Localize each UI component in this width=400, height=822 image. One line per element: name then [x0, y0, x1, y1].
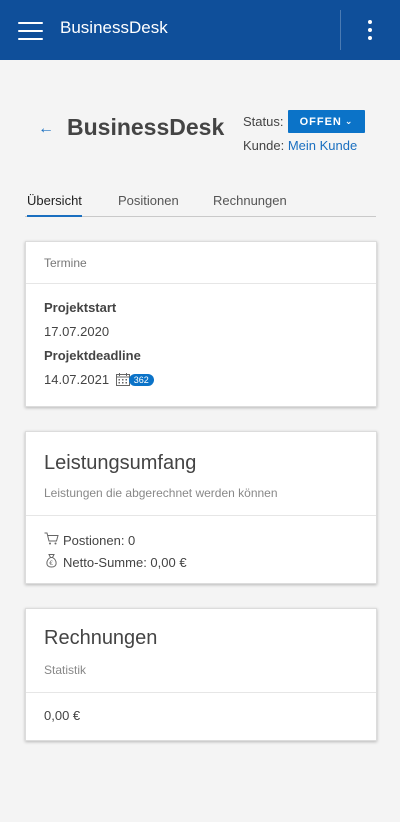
customer-label: Kunde: — [243, 138, 285, 153]
leistungsumfang-card: Leistungsumfang Leistungen die abgerechn… — [25, 431, 377, 584]
top-app-bar: BusinessDesk — [0, 0, 400, 60]
termine-title: Termine — [44, 256, 87, 270]
more-vertical-icon[interactable] — [366, 20, 374, 42]
hamburger-menu-icon[interactable] — [18, 22, 43, 40]
status-dropdown-button[interactable]: OFFEN ⌄ — [288, 110, 365, 133]
projektdeadline-row: 14.07.2021 362 — [44, 372, 358, 389]
projektdeadline-label: Projektdeadline — [44, 348, 141, 363]
termine-card-header: Termine — [26, 242, 376, 284]
days-remaining-badge: 362 — [128, 374, 154, 386]
chevron-down-icon: ⌄ — [344, 116, 354, 126]
positions-text: Postionen: 0 — [63, 532, 136, 548]
tab-uebersicht[interactable]: Übersicht — [27, 193, 82, 217]
toolbar-divider — [340, 10, 341, 50]
rechnungen-card: Rechnungen Statistik 0,00 € — [25, 608, 377, 741]
customer-link[interactable]: Mein Kunde — [288, 138, 357, 153]
leistungsumfang-subtitle: Leistungen die abgerechnet werden können — [44, 486, 278, 500]
rechnungen-amount: 0,00 € — [44, 708, 81, 723]
customer-row: Kunde: Mein Kunde — [243, 138, 357, 153]
leistungsumfang-card-header: Leistungsumfang Leistungen die abgerechn… — [26, 432, 376, 516]
tab-bar: Übersicht Positionen Rechnungen — [25, 193, 376, 217]
leistungsumfang-title: Leistungsumfang — [44, 452, 197, 474]
back-arrow-icon[interactable]: ← — [38, 120, 54, 138]
projektstart-label: Projektstart — [44, 300, 117, 315]
rechnungen-card-body: 0,00 € — [26, 693, 376, 723]
projektstart-value: 17.07.2020 — [44, 324, 110, 339]
tab-positionen[interactable]: Positionen — [118, 193, 179, 215]
netto-row: € Netto-Summe: 0,00 € — [44, 551, 358, 573]
status-label: Status: — [243, 114, 284, 129]
money-bag-icon: € — [44, 553, 63, 571]
tab-rechnungen[interactable]: Rechnungen — [213, 193, 287, 215]
shopping-cart-icon — [44, 532, 63, 548]
projektdeadline-value: 14.07.2021 — [44, 372, 110, 387]
rechnungen-subtitle: Statistik — [44, 663, 87, 677]
calendar-icon — [115, 373, 130, 389]
netto-text: Netto-Summe: 0,00 € — [63, 554, 187, 570]
leistungsumfang-card-body: Postionen: 0 € Netto-Summe: 0,00 € — [26, 516, 376, 573]
app-title: BusinessDesk — [60, 18, 168, 37]
svg-text:€: € — [49, 560, 53, 567]
page-title: BusinessDesk — [67, 114, 225, 140]
page-header: ← BusinessDesk Status: OFFEN ⌄ Kunde: Me… — [0, 110, 400, 160]
positions-row: Postionen: 0 — [44, 529, 358, 551]
status-value: OFFEN — [299, 115, 342, 128]
termine-card-body: Projektstart 17.07.2020 Projektdeadline … — [26, 284, 376, 389]
rechnungen-card-header: Rechnungen Statistik — [26, 609, 376, 693]
termine-card: Termine Projektstart 17.07.2020 Projektd… — [25, 241, 377, 407]
rechnungen-title: Rechnungen — [44, 627, 158, 649]
